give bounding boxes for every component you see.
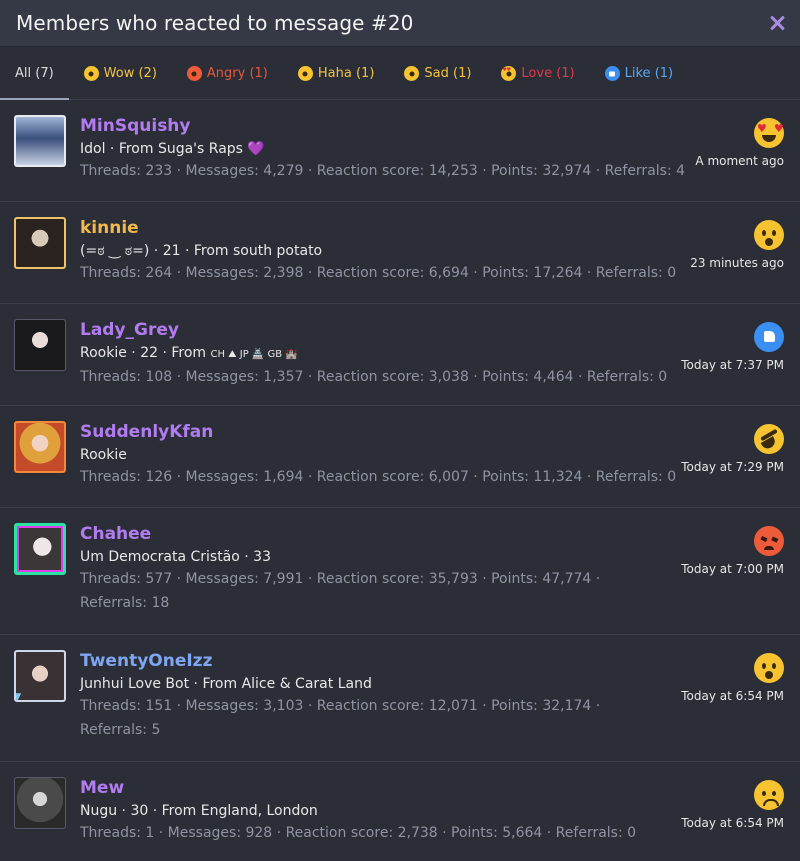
sad-icon — [404, 65, 420, 81]
list-item: kinnie (=ಠ ‿ ಠ=) · 21 · From south potat… — [0, 202, 800, 304]
avatar[interactable] — [14, 115, 66, 167]
blurb-text: Idol · From Suga's Raps — [80, 141, 243, 157]
angry-icon — [186, 65, 202, 81]
tab-label: Angry (1) — [206, 65, 268, 81]
heart-icon: 💜 — [247, 141, 265, 157]
tab-wow[interactable]: Wow (2) — [69, 47, 172, 99]
avatar[interactable] — [14, 217, 66, 269]
like-icon — [604, 65, 620, 81]
reaction-meta: Today at 7:00 PM — [674, 524, 784, 576]
reactions-dialog: Members who reacted to message #20 All (… — [0, 0, 800, 861]
list-item: MinSquishy Idol · From Suga's Raps 💜 Thr… — [0, 100, 800, 202]
love-icon — [754, 118, 784, 148]
reaction-meta: Today at 7:29 PM — [674, 422, 784, 474]
reaction-time: Today at 6:54 PM — [681, 689, 784, 703]
reaction-meta: Today at 7:37 PM — [674, 320, 784, 372]
reaction-meta: Today at 6:54 PM — [674, 651, 784, 703]
tab-label: Love (1) — [521, 65, 575, 81]
avatar[interactable] — [14, 777, 66, 829]
flags: CH ⛰ JP 🏯 GB 🏰 — [210, 349, 298, 360]
username-link[interactable]: Chahee — [80, 522, 664, 546]
like-icon — [754, 322, 784, 352]
avatar[interactable]: ▼ — [14, 650, 66, 702]
tab-sad[interactable]: Sad (1) — [389, 47, 486, 99]
close-icon[interactable] — [768, 14, 786, 32]
avatar[interactable] — [14, 319, 66, 371]
list-item: ▼ TwentyOneIzz Junhui Love Bot · From Al… — [0, 635, 800, 762]
list-item: Mew Nugu · 30 · From England, London Thr… — [0, 762, 800, 861]
tab-label: Sad (1) — [424, 65, 472, 81]
reaction-time: Today at 7:29 PM — [681, 460, 784, 474]
wow-icon — [754, 653, 784, 683]
reaction-time: Today at 7:37 PM — [681, 358, 784, 372]
tab-label: Haha (1) — [317, 65, 375, 81]
member-stats: Threads: 151 · Messages: 3,103 · Reactio… — [80, 698, 601, 738]
dialog-title: Members who reacted to message #20 — [16, 11, 414, 35]
love-icon — [501, 65, 517, 81]
tab-haha[interactable]: Haha (1) — [283, 47, 390, 99]
blurb-text: Rookie · 22 · From — [80, 345, 207, 361]
member-blurb: Um Democrata Cristão · 33 — [80, 549, 271, 565]
tab-angry[interactable]: Angry (1) — [172, 47, 283, 99]
list-item: Chahee Um Democrata Cristão · 33 Threads… — [0, 508, 800, 635]
tab-all[interactable]: All (7) — [0, 47, 69, 100]
list-item: SuddenlyKfan Rookie Threads: 126 · Messa… — [0, 406, 800, 508]
wow-icon — [754, 220, 784, 250]
member-blurb: Junhui Love Bot · From Alice & Carat Lan… — [80, 676, 372, 692]
avatar[interactable] — [14, 523, 66, 575]
avatar[interactable] — [14, 421, 66, 473]
tab-label: Wow (2) — [103, 65, 157, 81]
member-stats: Threads: 577 · Messages: 7,991 · Reactio… — [80, 571, 601, 611]
reaction-time: Today at 7:00 PM — [681, 562, 784, 576]
reaction-time: Today at 6:54 PM — [681, 816, 784, 830]
dialog-header: Members who reacted to message #20 — [0, 0, 800, 47]
tab-love[interactable]: Love (1) — [486, 47, 589, 99]
reaction-tabs: All (7) Wow (2) Angry (1) Haha (1) Sad (… — [0, 47, 800, 100]
angry-icon — [754, 526, 784, 556]
tab-like[interactable]: Like (1) — [590, 47, 688, 99]
reaction-meta: Today at 6:54 PM — [674, 778, 784, 830]
badge-icon: ▼ — [16, 690, 21, 700]
haha-icon — [754, 424, 784, 454]
tab-label: Like (1) — [624, 65, 674, 81]
reaction-meta: 23 minutes ago — [674, 218, 784, 270]
username-link[interactable]: TwentyOneIzz — [80, 649, 664, 673]
member-list: MinSquishy Idol · From Suga's Raps 💜 Thr… — [0, 100, 800, 861]
tab-label: All (7) — [15, 65, 54, 81]
wow-icon — [83, 65, 99, 81]
reaction-time: 23 minutes ago — [690, 256, 784, 270]
haha-icon — [297, 65, 313, 81]
sad-icon — [754, 780, 784, 810]
reaction-time: A moment ago — [695, 154, 784, 168]
reaction-meta: A moment ago — [674, 116, 784, 168]
list-item: Lady_Grey Rookie · 22 · From CH ⛰ JP 🏯 G… — [0, 304, 800, 406]
